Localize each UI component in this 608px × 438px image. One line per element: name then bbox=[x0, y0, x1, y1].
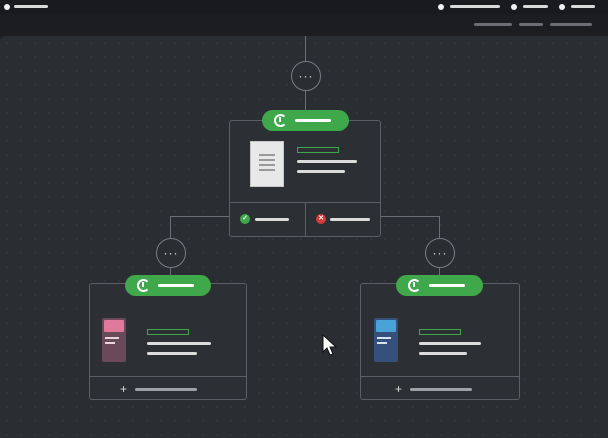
connector-right-in bbox=[439, 268, 440, 275]
connector-left-in bbox=[170, 268, 171, 275]
toolbar-link-1[interactable] bbox=[474, 23, 512, 26]
failure-cross-icon: ✕ bbox=[316, 214, 326, 224]
add-action-label[interactable] bbox=[135, 388, 197, 391]
branch-success-label[interactable] bbox=[255, 218, 289, 221]
connector-top bbox=[305, 36, 306, 61]
step-title bbox=[419, 342, 481, 345]
connector-root-in bbox=[305, 91, 306, 111]
app-logo-icon[interactable] bbox=[4, 4, 10, 10]
nav-item-3[interactable] bbox=[571, 5, 595, 8]
toolbar bbox=[0, 14, 608, 36]
timer-icon bbox=[408, 279, 421, 292]
step-tag bbox=[147, 329, 189, 335]
step-subtitle bbox=[297, 170, 345, 173]
trigger-badge-root[interactable] bbox=[262, 110, 349, 131]
app-title-placeholder bbox=[14, 5, 48, 8]
step-tag bbox=[297, 147, 339, 153]
app-thumbnail-pink bbox=[102, 318, 126, 362]
toolbar-link-3[interactable] bbox=[550, 23, 592, 26]
workflow-step-card-right[interactable]: + bbox=[360, 283, 520, 400]
add-step-button-left[interactable]: ··· bbox=[156, 238, 186, 268]
more-icon: ··· bbox=[432, 246, 448, 260]
step-title bbox=[147, 342, 211, 345]
more-icon: ··· bbox=[298, 69, 314, 83]
card-divider bbox=[361, 376, 519, 377]
timer-icon bbox=[274, 114, 287, 127]
branch-divider bbox=[305, 202, 306, 236]
nav-item-2-icon[interactable] bbox=[511, 4, 517, 10]
app-top-bar bbox=[0, 0, 608, 14]
document-thumbnail bbox=[250, 141, 284, 187]
add-icon[interactable]: + bbox=[395, 383, 402, 395]
success-check-icon: ✓ bbox=[240, 214, 250, 224]
branch-failure-label[interactable] bbox=[330, 218, 370, 221]
add-action-label[interactable] bbox=[410, 388, 472, 391]
workflow-step-card-root[interactable]: ✓ ✕ bbox=[229, 120, 381, 237]
nav-item-1[interactable] bbox=[450, 5, 500, 8]
step-title bbox=[297, 160, 357, 163]
toolbar-link-2[interactable] bbox=[519, 23, 543, 26]
connector-right-h bbox=[380, 216, 439, 217]
connector-left-h bbox=[170, 216, 230, 217]
add-step-button-top[interactable]: ··· bbox=[291, 61, 321, 91]
trigger-badge-right[interactable] bbox=[396, 275, 483, 296]
timer-icon bbox=[137, 279, 150, 292]
more-icon: ··· bbox=[163, 246, 179, 260]
card-divider bbox=[90, 376, 246, 377]
add-icon[interactable]: + bbox=[120, 383, 127, 395]
mouse-cursor-icon bbox=[322, 334, 338, 356]
step-subtitle bbox=[147, 352, 197, 355]
nav-item-2[interactable] bbox=[523, 5, 548, 8]
nav-item-1-icon[interactable] bbox=[438, 4, 444, 10]
trigger-badge-left[interactable] bbox=[125, 275, 211, 296]
nav-item-3-icon[interactable] bbox=[559, 4, 565, 10]
step-subtitle bbox=[419, 352, 467, 355]
add-step-button-right[interactable]: ··· bbox=[425, 238, 455, 268]
workflow-step-card-left[interactable]: + bbox=[89, 283, 247, 400]
connector-left-down bbox=[170, 216, 171, 238]
step-tag bbox=[419, 329, 461, 335]
app-thumbnail-blue bbox=[374, 318, 398, 362]
connector-right-down bbox=[439, 216, 440, 238]
